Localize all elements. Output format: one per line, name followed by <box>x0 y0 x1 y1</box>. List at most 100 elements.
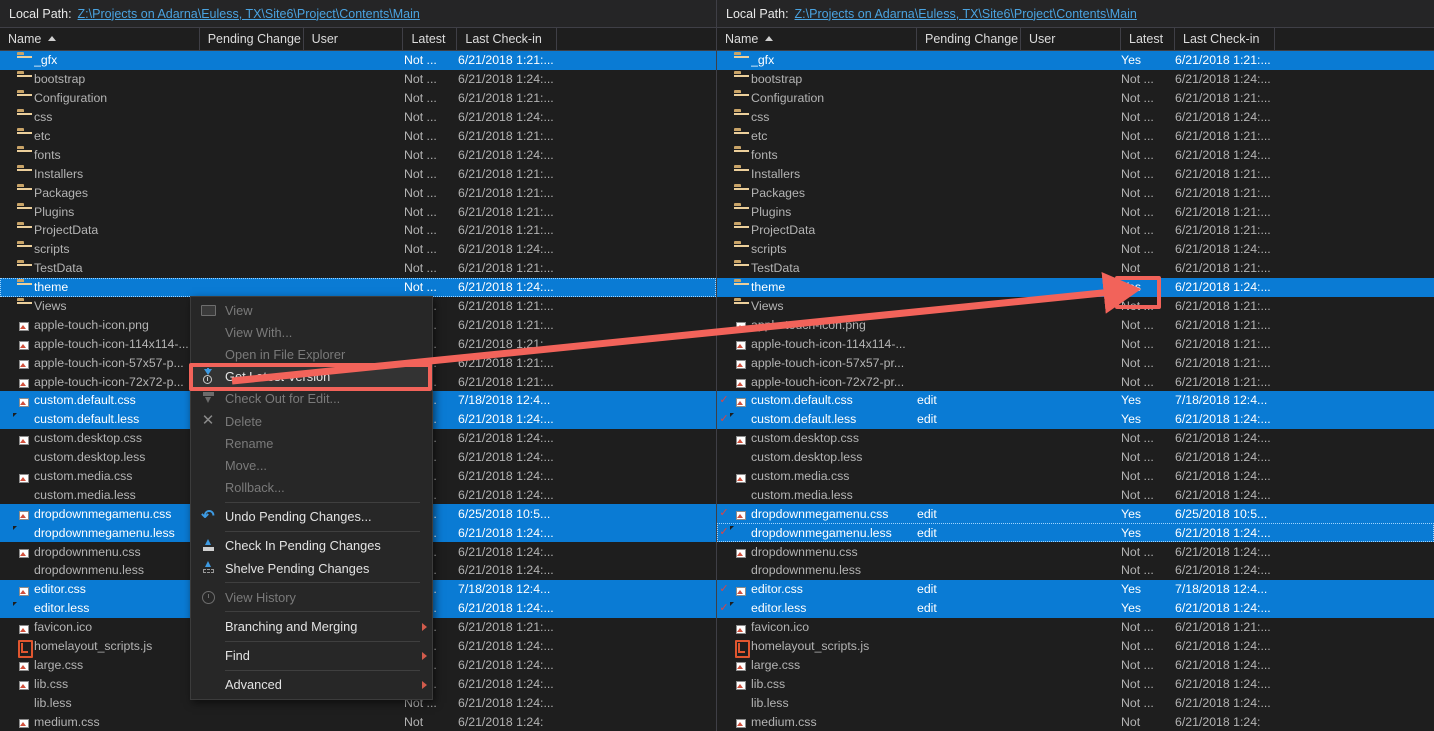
table-row[interactable]: css Not ... 6/21/2018 1:24:... <box>0 108 716 127</box>
menu-item-get-latest-version[interactable]: Get Latest Version <box>191 365 432 388</box>
table-row[interactable]: css Not ... 6/21/2018 1:24:... <box>717 108 1434 127</box>
right-col-latest-label: Latest <box>1129 31 1164 46</box>
table-row[interactable]: Packages Not ... 6/21/2018 1:21:... <box>0 183 716 202</box>
table-row[interactable]: apple-touch-icon-114x114-... Not ... 6/21/… <box>717 334 1434 353</box>
blank-file-icon <box>734 451 749 464</box>
left-col-pending-change-label: Pending Change <box>207 31 301 46</box>
table-row[interactable]: lib.less Not ... 6/21/2018 1:24:... <box>717 693 1434 712</box>
table-row[interactable]: custom.media.less Not ... 6/21/2018 1:24:.… <box>717 485 1434 504</box>
table-row[interactable]: Plugins Not ... 6/21/2018 1:21:... <box>717 202 1434 221</box>
left-pane: Local Path: Z:\Projects on Adarna\Euless… <box>0 0 717 731</box>
table-row[interactable]: Configuration Not ... 6/21/2018 1:21:... <box>717 89 1434 108</box>
table-row[interactable]: TestData Not 6/21/2018 1:21:... <box>717 259 1434 278</box>
menu-item-shelve-pending-changes[interactable]: Shelve Pending Changes <box>191 557 432 579</box>
right-col-name[interactable]: Name <box>717 27 917 51</box>
table-row[interactable]: scripts Not ... 6/21/2018 1:24:... <box>717 240 1434 259</box>
row-name: Installers <box>34 166 84 181</box>
blank-file-icon <box>17 696 32 709</box>
left-col-pending-change[interactable]: Pending Change <box>200 27 304 51</box>
pending-change-check-icon: ✓ <box>719 507 729 520</box>
table-row[interactable]: ✓ editor.css edit Yes 7/18/2018 12:4... <box>717 579 1434 599</box>
menu-separator <box>225 669 420 671</box>
table-row[interactable]: custom.desktop.less Not ... 6/21/2018 1:24… <box>717 448 1434 467</box>
row-icon-cell <box>14 413 34 426</box>
table-row[interactable]: ✓ editor.less edit Yes 6/21/2018 1:24:... <box>717 598 1434 618</box>
table-row[interactable]: Packages Not ... 6/21/2018 1:21:... <box>717 183 1434 202</box>
menu-item-label: Move... <box>225 457 267 473</box>
table-row[interactable]: apple-touch-icon-72x72-pr... Not ... 6/21/… <box>717 372 1434 391</box>
menu-item-advanced[interactable]: Advanced <box>191 674 432 696</box>
folder-icon <box>17 73 32 86</box>
row-icon-cell <box>731 73 751 86</box>
table-row[interactable]: Configuration Not ... 6/21/2018 1:21:... <box>0 89 716 108</box>
left-local-path-link[interactable]: Z:\Projects on Adarna\Euless, TX\Site6\P… <box>78 7 420 21</box>
row-last-checkin: 6/21/2018 1:24:... <box>1175 695 1271 710</box>
context-menu[interactable]: View View With... Open in File Explorer Get… <box>190 296 433 700</box>
right-col-name-label: Name <box>725 31 759 46</box>
table-row[interactable]: ✓ dropdownmegamenu.less edit Yes 6/21/2018 1… <box>717 523 1434 543</box>
table-row[interactable]: ProjectData Not ... 6/21/2018 1:21:... <box>0 221 716 240</box>
left-col-name[interactable]: Name <box>0 27 200 51</box>
table-row[interactable]: ✓ custom.default.less edit Yes 6/21/2018 1:2… <box>717 409 1434 429</box>
right-local-path-link[interactable]: Z:\Projects on Adarna\Euless, TX\Site6\P… <box>795 7 1137 21</box>
table-row[interactable]: _gfx Yes 6/21/2018 1:21:... <box>717 51 1434 70</box>
table-row[interactable]: fonts Not ... 6/21/2018 1:24:... <box>717 145 1434 164</box>
table-row[interactable]: custom.media.css Not ... 6/21/2018 1:24:..… <box>717 467 1434 486</box>
row-latest: Yes <box>1121 582 1142 597</box>
left-col-latest[interactable]: Latest <box>403 27 458 51</box>
table-row[interactable]: dropdownmenu.css Not ... 6/21/2018 1:24:..… <box>717 542 1434 561</box>
table-row[interactable]: ✓ dropdownmegamenu.css edit Yes 6/25/2018 10… <box>717 504 1434 524</box>
table-row[interactable]: custom.desktop.css Not ... 6/21/2018 1:24:… <box>717 429 1434 448</box>
table-row[interactable]: dropdownmenu.less Not ... 6/21/2018 1:24:.… <box>717 561 1434 580</box>
image-file-icon <box>734 715 749 728</box>
folder-icon <box>734 281 749 294</box>
menu-item-branching-and-merging[interactable]: Branching and Merging <box>191 615 432 637</box>
right-file-list[interactable]: _gfx Yes 6/21/2018 1:21:... bootstrap Not ..… <box>717 51 1434 731</box>
table-row[interactable]: etc Not ... 6/21/2018 1:21:... <box>717 127 1434 146</box>
table-row[interactable]: large.css Not ... 6/21/2018 1:24:... <box>717 656 1434 675</box>
row-latest: Not ... <box>404 110 437 125</box>
table-row[interactable]: homelayout_scripts.js Not ... 6/21/2018 1:… <box>717 637 1434 656</box>
right-col-latest[interactable]: Latest <box>1121 27 1175 51</box>
table-row[interactable]: _gfx Not ... 6/21/2018 1:21:... <box>0 51 716 70</box>
table-row[interactable]: apple-touch-icon.png Not ... 6/21/2018 1:2… <box>717 315 1434 334</box>
right-col-pending-change[interactable]: Pending Change <box>917 27 1021 51</box>
right-col-user[interactable]: User <box>1021 27 1121 51</box>
table-row[interactable]: Plugins Not ... 6/21/2018 1:21:... <box>0 202 716 221</box>
table-row[interactable]: ProjectData Not ... 6/21/2018 1:21:... <box>717 221 1434 240</box>
menu-item-view-history: View History <box>191 586 432 608</box>
table-row[interactable]: ✓ custom.default.css edit Yes 7/18/2018 12:4… <box>717 391 1434 410</box>
table-row[interactable]: bootstrap Not ... 6/21/2018 1:24:... <box>717 70 1434 89</box>
table-row[interactable]: apple-touch-icon-57x57-pr... Not ... 6/21/… <box>717 353 1434 372</box>
menu-item-find[interactable]: Find <box>191 645 432 667</box>
left-col-user[interactable]: User <box>304 27 404 51</box>
table-row[interactable]: Installers Not ... 6/21/2018 1:21:... <box>717 164 1434 183</box>
table-row[interactable]: theme Not ... 6/21/2018 1:24:... <box>0 277 716 297</box>
row-icon-cell <box>14 394 34 407</box>
row-icon-cell <box>14 130 34 143</box>
table-row[interactable]: medium.css Not 6/21/2018 1:24: <box>0 712 716 731</box>
row-latest: Yes <box>1121 412 1142 427</box>
row-icon-cell <box>14 583 34 596</box>
table-row[interactable]: medium.css Not 6/21/2018 1:24: <box>717 712 1434 731</box>
right-pane: Local Path: Z:\Projects on Adarna\Euless… <box>717 0 1434 731</box>
right-local-path-bar: Local Path: Z:\Projects on Adarna\Euless… <box>717 0 1434 28</box>
menu-item-check-in-pending-changes[interactable]: Check In Pending Changes <box>191 535 432 557</box>
row-last-checkin: 6/25/2018 10:5... <box>1175 506 1268 521</box>
table-row[interactable]: theme Yes 6/21/2018 1:24:... <box>717 277 1434 297</box>
table-row[interactable]: scripts Not ... 6/21/2018 1:24:... <box>0 240 716 259</box>
right-col-last-checkin[interactable]: Last Check-in <box>1175 27 1275 51</box>
table-row[interactable]: fonts Not ... 6/21/2018 1:24:... <box>0 145 716 164</box>
table-row[interactable]: lib.css Not ... 6/21/2018 1:24:... <box>717 674 1434 693</box>
left-col-last-checkin[interactable]: Last Check-in <box>457 27 558 51</box>
menu-item-label: Shelve Pending Changes <box>225 560 370 576</box>
row-icon-cell <box>14 148 34 161</box>
table-row[interactable]: Views Not ... 6/21/2018 1:21:... <box>717 297 1434 316</box>
table-row[interactable]: etc Not ... 6/21/2018 1:21:... <box>0 127 716 146</box>
table-row[interactable]: Installers Not ... 6/21/2018 1:21:... <box>0 164 716 183</box>
table-row[interactable]: favicon.ico Not ... 6/21/2018 1:21:... <box>717 618 1434 637</box>
table-row[interactable]: TestData Not ... 6/21/2018 1:21:... <box>0 259 716 278</box>
table-row[interactable]: bootstrap Not ... 6/21/2018 1:24:... <box>0 70 716 89</box>
menu-item-undo-pending-changes[interactable]: ↶ Undo Pending Changes... <box>191 506 432 528</box>
row-name: homelayout_scripts.js <box>751 639 870 654</box>
